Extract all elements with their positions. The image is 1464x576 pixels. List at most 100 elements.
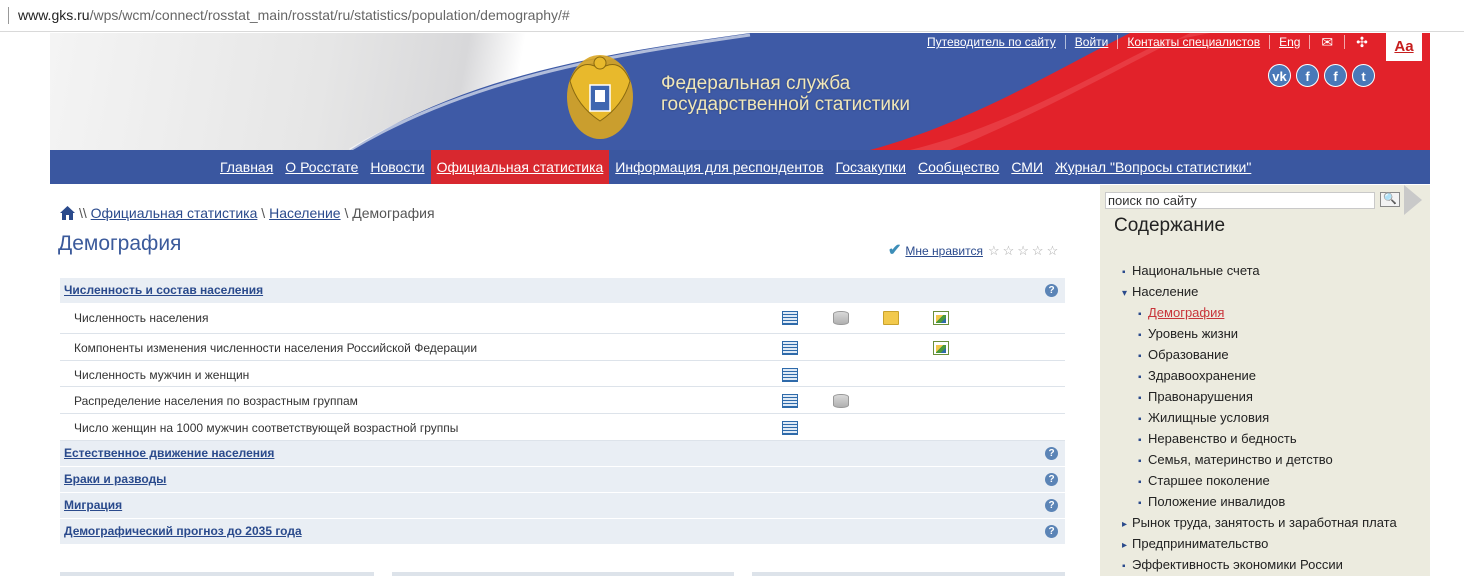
nav-link[interactable]: Новости <box>370 159 424 175</box>
chart-icon[interactable] <box>933 311 949 325</box>
sidebar-item-economic-efficiency[interactable]: ▪ Эффективность экономики России <box>1122 554 1397 575</box>
section-link[interactable]: Демографический прогноз до 2035 года <box>64 524 302 538</box>
sidebar-item-inequality[interactable]: ▪ Неравенство и бедность <box>1122 428 1397 449</box>
bottom-panel <box>60 572 374 576</box>
expanded-arrow-icon[interactable]: ▾ <box>1122 283 1132 304</box>
row-label: Компоненты изменения численности населен… <box>74 341 478 355</box>
help-icon[interactable]: ? <box>1045 284 1058 297</box>
sidebar-item-entrepreneurship[interactable]: ▸ Предпринимательство <box>1122 533 1397 554</box>
contacts-link[interactable]: Контакты специалистов <box>1118 35 1271 49</box>
sidebar-item-label: Население <box>1132 284 1199 299</box>
nav-link[interactable]: Госзакупки <box>836 159 906 175</box>
bullet-icon: ▪ <box>1138 393 1142 404</box>
coat-of-arms-icon <box>567 55 633 139</box>
section-link[interactable]: Естественное движение населения <box>64 446 274 460</box>
nav-item-journal[interactable]: Журнал "Вопросы статистики" <box>1049 150 1257 184</box>
search-button[interactable]: 🔍 <box>1380 192 1400 207</box>
help-icon[interactable]: ? <box>1045 447 1058 460</box>
sidebar-item-healthcare[interactable]: ▪ Здравоохранение <box>1122 365 1397 386</box>
address-bar-url[interactable]: www.gks.ru/wps/wcm/connect/rosstat_main/… <box>18 7 570 23</box>
site-title-line1: Федеральная служба <box>661 73 851 94</box>
help-icon[interactable]: ? <box>1045 473 1058 486</box>
home-icon[interactable] <box>60 206 75 220</box>
nav-item-about[interactable]: О Росстате <box>279 150 364 184</box>
facebook-icon[interactable]: f <box>1296 64 1319 87</box>
like-link[interactable]: Мне нравится <box>905 244 983 258</box>
sidebar-item-labor-market[interactable]: ▸ Рынок труда, занятость и заработная пла… <box>1122 512 1397 533</box>
database-icon[interactable] <box>833 311 849 325</box>
twitter-icon[interactable]: t <box>1352 64 1375 87</box>
bottom-panel <box>752 572 1065 576</box>
nav-link[interactable]: О Росстате <box>285 159 358 175</box>
breadcrumb-population[interactable]: Население <box>269 205 341 221</box>
sidebar-item-offenses[interactable]: ▪ Правонарушения <box>1122 386 1397 407</box>
breadcrumb-official-statistics[interactable]: Официальная статистика <box>91 205 258 221</box>
section-link[interactable]: Браки и разводы <box>64 472 166 486</box>
section-header: Миграция ? <box>60 493 1065 518</box>
vk-icon[interactable]: vk <box>1268 64 1291 87</box>
mail-icon[interactable]: ✉ <box>1310 35 1346 49</box>
english-link[interactable]: Eng <box>1270 35 1311 49</box>
sidebar-item-family[interactable]: ▪ Семья, материнство и детство <box>1122 449 1397 470</box>
section-link[interactable]: Численность и состав населения <box>64 283 263 297</box>
bullet-icon: ▪ <box>1138 414 1142 425</box>
breadcrumb-sep: \ <box>261 205 266 221</box>
sidebar-item-label: Эффективность экономики России <box>1132 557 1343 572</box>
nav-link[interactable]: СМИ <box>1011 159 1043 175</box>
nav-link[interactable]: Журнал "Вопросы статистики" <box>1055 159 1251 175</box>
section-link[interactable]: Миграция <box>64 498 122 512</box>
bullet-icon: ▪ <box>1138 456 1142 467</box>
sidebar-item-label: Правонарушения <box>1148 389 1253 404</box>
facebook-icon[interactable]: f <box>1324 64 1347 87</box>
address-bar[interactable]: www.gks.ru/wps/wcm/connect/rosstat_main/… <box>0 0 1464 32</box>
nav-item-official-statistics[interactable]: Официальная статистика <box>430 150 610 184</box>
help-icon[interactable]: ? <box>1045 499 1058 512</box>
nav-link[interactable]: Сообщество <box>918 159 999 175</box>
nav-item-home[interactable]: Главная <box>214 150 279 184</box>
bullet-icon: ▪ <box>1138 351 1142 362</box>
nav-item-media[interactable]: СМИ <box>1005 150 1049 184</box>
bullet-icon: ▪ <box>1122 561 1126 572</box>
font-size-button[interactable]: Aa <box>1386 33 1422 61</box>
sidebar-item-living-standards[interactable]: ▪ Уровень жизни <box>1122 323 1397 344</box>
table-icon[interactable] <box>782 341 798 355</box>
nav-item-news[interactable]: Новости <box>364 150 430 184</box>
section-header: Численность и состав населения ? <box>60 278 1065 303</box>
sidebar-item-population[interactable]: ▾ Население <box>1122 281 1397 302</box>
login-link[interactable]: Войти <box>1066 35 1119 49</box>
sidebar-item-demography[interactable]: ▪ Демография <box>1122 302 1397 323</box>
nav-item-community[interactable]: Сообщество <box>912 150 1005 184</box>
nav-item-respondents[interactable]: Информация для респондентов <box>609 150 829 184</box>
sidebar-item-housing[interactable]: ▪ Жилищные условия <box>1122 407 1397 428</box>
nav-link[interactable]: Главная <box>220 159 273 175</box>
chart-icon[interactable] <box>933 341 949 355</box>
sidebar-item-education[interactable]: ▪ Образование <box>1122 344 1397 365</box>
section-header: Естественное движение населения ? <box>60 441 1065 466</box>
like-widget: ✔ Мне нравится ☆☆☆☆☆ <box>888 240 1061 260</box>
site-title[interactable]: Федеральная служба государственной стати… <box>661 73 910 115</box>
collapsed-arrow-icon[interactable]: ▸ <box>1122 535 1132 556</box>
nav-item-procurement[interactable]: Госзакупки <box>830 150 912 184</box>
rating-stars[interactable]: ☆☆☆☆☆ <box>988 243 1061 258</box>
sitemap-icon[interactable]: ✣ <box>1345 35 1379 49</box>
folder-icon[interactable] <box>883 311 899 325</box>
help-icon[interactable]: ? <box>1045 525 1058 538</box>
table-icon[interactable] <box>782 311 798 325</box>
table-icon[interactable] <box>782 421 798 435</box>
breadcrumb-current: Демография <box>352 205 435 221</box>
sidebar-item-disabled[interactable]: ▪ Положение инвалидов <box>1122 491 1397 512</box>
nav-link[interactable]: Официальная статистика <box>437 159 604 175</box>
table-icon[interactable] <box>782 368 798 382</box>
sidebar-item-national-accounts[interactable]: ▪ Национальные счета <box>1122 260 1397 281</box>
search-input[interactable] <box>1105 192 1375 209</box>
url-host: www.gks.ru <box>18 7 90 23</box>
sidebar: 🔍 Содержание ▪ Национальные счета ▾Населе… <box>1100 185 1430 576</box>
top-links: Путеводитель по сайту Войти Контакты спе… <box>918 35 1379 49</box>
sidebar-item-elderly[interactable]: ▪ Старшее поколение <box>1122 470 1397 491</box>
nav-link[interactable]: Информация для респондентов <box>615 159 823 175</box>
table-icon[interactable] <box>782 394 798 408</box>
site-guide-link[interactable]: Путеводитель по сайту <box>918 35 1066 49</box>
database-icon[interactable] <box>833 394 849 408</box>
collapsed-arrow-icon[interactable]: ▸ <box>1122 514 1132 535</box>
sidebar-item-label: Семья, материнство и детство <box>1148 452 1333 467</box>
